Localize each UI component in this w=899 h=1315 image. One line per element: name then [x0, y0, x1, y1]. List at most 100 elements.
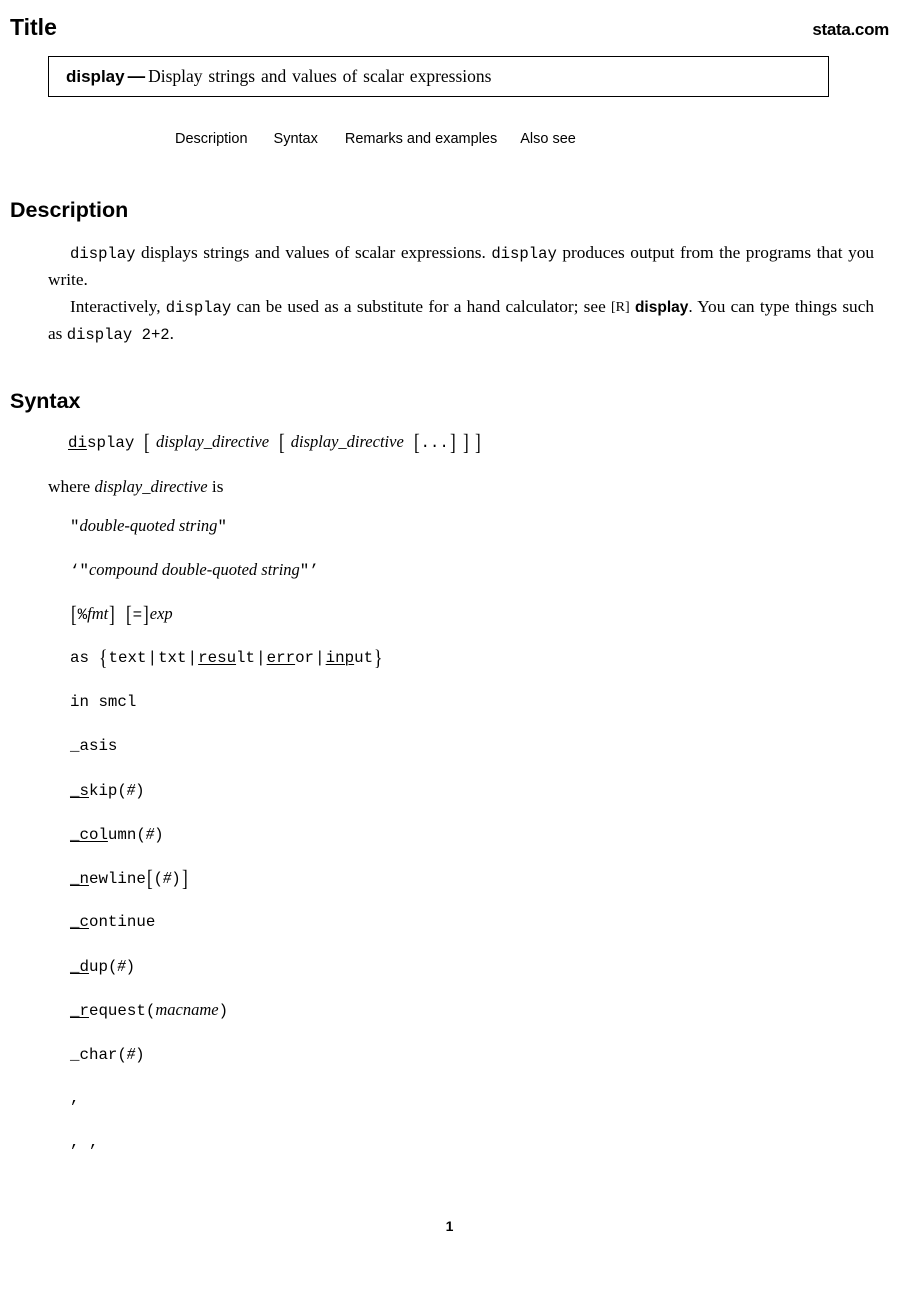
command-remainder: splay: [86, 434, 135, 452]
syntax-literal: ,: [70, 1089, 80, 1107]
page-number: 1: [445, 1218, 454, 1234]
bracket-open: [: [146, 866, 153, 891]
brace-close: }: [374, 645, 383, 670]
command-description: Display strings and values of scalar exp…: [148, 66, 492, 86]
syntax-literal: (: [117, 782, 127, 800]
keyword-remainder: up: [88, 958, 108, 976]
bracket-close: ]: [109, 602, 115, 627]
syntax-placeholder: #: [126, 780, 136, 799]
syntax-literal: (: [153, 870, 164, 888]
syntax-literal: (: [136, 826, 146, 844]
syntax-directive-comma: ,: [70, 1085, 830, 1129]
syntax-placeholder: exp: [149, 604, 173, 623]
syntax-arg-display-directive-1: display_directive: [156, 432, 270, 451]
keyword-abbrev: err: [266, 649, 296, 667]
keyword-remainder: umn: [107, 826, 137, 844]
syntax-directive-continue: _continue: [70, 909, 830, 953]
manual-reference-bracket: [R]: [611, 300, 630, 315]
bracket-open: [: [125, 602, 132, 627]
syntax-placeholder: fmt: [87, 604, 109, 623]
syntax-literal: txt: [158, 649, 187, 667]
document-page: Title stata.com display — Display strings …: [0, 0, 899, 1315]
bracket-open: [: [279, 430, 285, 455]
paragraph-text: .: [169, 324, 174, 343]
syntax-keyword: _skip: [70, 782, 118, 800]
page-title: Title: [10, 14, 57, 40]
bracket-open: [: [413, 430, 420, 455]
where-prefix: where: [48, 477, 95, 496]
bracket-close: ]: [143, 602, 149, 627]
keyword-abbrev: inp: [325, 649, 355, 667]
bracket-open: [: [144, 430, 151, 455]
syntax-literal: in smcl: [70, 693, 137, 711]
syntax-literal: ): [218, 1002, 229, 1020]
syntax-literal: ": [299, 562, 310, 580]
syntax-literal: (: [107, 958, 118, 976]
syntax-placeholder: compound double-quoted string: [88, 560, 300, 579]
syntax-literal: text: [108, 649, 147, 667]
keyword-abbrev: _d: [70, 958, 89, 976]
option-separator: |: [256, 649, 266, 667]
syntax-literal: _asis: [70, 737, 118, 755]
syntax-directive-list: "double-quoted string" ‘"compound double-…: [70, 513, 830, 1173]
bracket-close: ]: [181, 866, 188, 891]
stata-com-logo: stata.com: [812, 20, 889, 39]
syntax-directive-as-style: as {text|txt|result|error|input}: [70, 645, 830, 689]
syntax-literal: (: [145, 1002, 156, 1020]
syntax-placeholder: #: [117, 956, 126, 975]
syntax-directive-newline: _newline[(#)]: [70, 865, 830, 909]
keyword-remainder: kip: [88, 782, 118, 800]
syntax-literal: ): [154, 826, 164, 844]
nav-link-syntax[interactable]: Syntax: [274, 131, 318, 147]
page-header: Title stata.com: [10, 16, 889, 40]
description-paragraph-2: Interactively, display can be used as a …: [48, 294, 874, 348]
command-abbrev: di: [68, 434, 87, 452]
syntax-placeholder: #: [126, 1044, 136, 1063]
manual-reference-link[interactable]: display: [635, 299, 688, 316]
syntax-directive-in-smcl: in smcl: [70, 689, 830, 733]
option-separator: |: [187, 649, 198, 667]
syntax-literal: ": [217, 518, 227, 536]
syntax-literal: ): [135, 1046, 145, 1064]
option-separator: |: [147, 649, 158, 667]
syntax-where-line: where display_directive is: [48, 477, 223, 497]
syntax-keyword: error: [266, 649, 314, 667]
syntax-placeholder: macname: [155, 1000, 219, 1019]
inline-code: display: [491, 245, 557, 263]
syntax-literal: _char: [70, 1046, 118, 1064]
syntax-literal: ): [135, 782, 145, 800]
keyword-abbrev: _r: [70, 1002, 89, 1020]
syntax-placeholder: double-quoted string: [79, 516, 218, 535]
syntax-literal: ’: [309, 562, 319, 580]
title-box-content: display — Display strings and values of sc…: [49, 66, 491, 87]
section-heading-description: Description: [10, 198, 129, 222]
nav-link-remarks-and-examples[interactable]: Remarks and examples: [345, 131, 497, 147]
syntax-ellipsis: ...: [420, 434, 449, 452]
bracket-close: ]: [475, 430, 481, 455]
syntax-directive-char: _char(#): [70, 1041, 830, 1085]
syntax-directive-double-quoted-string: "double-quoted string": [70, 513, 830, 557]
title-box: display — Display strings and values of sc…: [48, 56, 829, 97]
syntax-literal: %: [77, 606, 88, 624]
syntax-directive-request: _request(macname): [70, 997, 830, 1041]
section-nav: Description Syntax Remarks and examples Als…: [175, 131, 576, 147]
syntax-literal: (: [117, 1046, 127, 1064]
syntax-literal: as: [70, 649, 89, 667]
keyword-remainder: equest: [88, 1002, 146, 1020]
keyword-abbrev: _s: [70, 782, 89, 800]
keyword-abbrev: _n: [70, 870, 89, 888]
keyword-remainder: ut: [354, 649, 374, 667]
nav-link-description[interactable]: Description: [175, 131, 248, 147]
nav-link-also-see[interactable]: Also see: [520, 131, 576, 147]
where-suffix: is: [207, 477, 224, 496]
brace-open: {: [99, 645, 108, 670]
syntax-keyword: _continue: [70, 913, 155, 931]
keyword-abbrev: _c: [70, 913, 89, 931]
where-term: display_directive: [94, 477, 208, 496]
bracket-open: [: [70, 602, 77, 627]
syntax-keyword: _dup: [70, 958, 108, 976]
syntax-command-line: display [display_directive [display_direct…: [68, 430, 482, 456]
inline-code: display: [70, 245, 136, 263]
syntax-literal: ): [171, 870, 181, 888]
command-name: display: [66, 67, 125, 86]
